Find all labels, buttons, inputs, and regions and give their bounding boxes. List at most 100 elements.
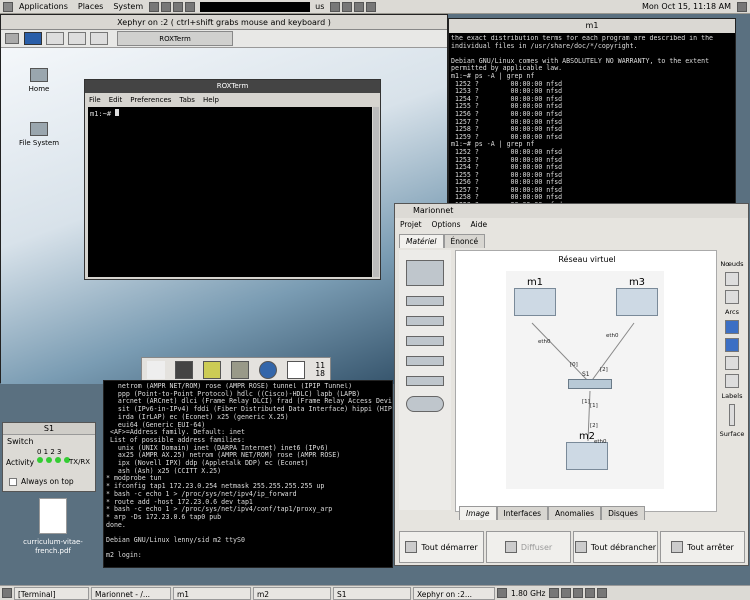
tray-icon[interactable] xyxy=(366,1,377,12)
launcher-icon[interactable] xyxy=(161,1,172,12)
s1-title[interactable]: S1 xyxy=(3,423,95,435)
cable-crossover-icon[interactable] xyxy=(406,376,444,386)
roxterm-terminal[interactable]: m1:~# xyxy=(88,107,372,277)
editor-icon[interactable] xyxy=(203,360,222,379)
task-xephyr[interactable]: Xephyr on :2... xyxy=(413,586,495,600)
stop-icon xyxy=(671,541,684,553)
switch-icon[interactable] xyxy=(406,316,444,326)
zoom-in-icon[interactable] xyxy=(725,272,739,286)
unplug-all-button[interactable]: Tout débrancher xyxy=(573,531,658,563)
clock[interactable]: Mon Oct 15, 11:18 AM xyxy=(637,0,736,14)
places-menu[interactable]: Places xyxy=(73,0,108,14)
task-roxterm[interactable]: ROXTerm xyxy=(117,31,233,46)
task-m2[interactable]: m2 xyxy=(253,586,331,600)
node-m3[interactable]: m3 xyxy=(616,277,658,316)
bottom-taskbar: [Terminal] Marionnet - /... m1 m2 S1 Xep… xyxy=(0,585,750,600)
reset-icon[interactable] xyxy=(725,374,739,388)
tray-icon[interactable] xyxy=(497,588,507,598)
labels-slider[interactable] xyxy=(729,404,735,426)
task-m1[interactable]: m1 xyxy=(173,586,251,600)
tab-interfaces[interactable]: Interfaces xyxy=(496,506,548,520)
menu-options[interactable]: Options xyxy=(427,220,466,229)
router-icon[interactable] xyxy=(406,336,444,346)
tray-icon[interactable] xyxy=(354,1,365,12)
task-terminal[interactable]: [Terminal] xyxy=(14,586,89,600)
menu-aide[interactable]: Aide xyxy=(466,220,493,229)
m1-terminal-output[interactable]: the exact distribution terms for each pr… xyxy=(451,35,733,217)
menu-projet[interactable]: Projet xyxy=(395,220,427,229)
files-icon[interactable] xyxy=(231,360,250,379)
fish-icon[interactable] xyxy=(147,360,166,379)
workspace-icon[interactable] xyxy=(573,588,584,598)
globe-icon[interactable] xyxy=(259,360,278,379)
document-icon xyxy=(39,498,67,534)
menu-file[interactable]: File xyxy=(85,96,105,104)
tab-anomalies[interactable]: Anomalies xyxy=(548,506,602,520)
xephyr-desk-icon[interactable] xyxy=(46,32,64,45)
task-marionnet[interactable]: Marionnet - /... xyxy=(91,586,171,600)
terminal-icon[interactable] xyxy=(175,360,194,379)
show-desktop-icon[interactable] xyxy=(2,588,12,598)
menu-preferences[interactable]: Preferences xyxy=(126,96,175,104)
keyboard-layout[interactable]: us xyxy=(310,0,329,14)
link-label: eth0 xyxy=(538,339,551,345)
power-icon[interactable] xyxy=(737,1,747,12)
always-on-top-label: Always on top xyxy=(21,477,74,486)
m1-title[interactable]: m1 xyxy=(449,19,735,33)
node-s1[interactable] xyxy=(568,379,612,389)
computer-icon xyxy=(616,288,658,316)
network-diagram[interactable]: m1 m3 S1 m2 eth0 eth0 [0] [2] [1] [1] [2… xyxy=(506,271,664,489)
xephyr-desk-icon[interactable] xyxy=(68,32,86,45)
cloud-icon[interactable] xyxy=(406,396,444,412)
launcher-icon[interactable] xyxy=(149,1,160,12)
menu-help[interactable]: Help xyxy=(199,96,223,104)
tray-icon[interactable] xyxy=(330,1,341,12)
marionnet-window: Marionnet Projet Options Aide Matériel É… xyxy=(394,203,749,566)
always-on-top-checkbox[interactable] xyxy=(9,478,17,486)
menu-tabs[interactable]: Tabs xyxy=(175,96,199,104)
home-desktop-icon[interactable]: Home xyxy=(9,68,69,93)
tab-enonce[interactable]: Énoncé xyxy=(443,234,486,248)
start-all-button[interactable]: Tout démarrer xyxy=(399,531,484,563)
workspace-icon[interactable] xyxy=(561,588,572,598)
power-icon[interactable] xyxy=(287,360,306,379)
workspace-icon[interactable] xyxy=(585,588,596,598)
xephyr-title[interactable]: Xephyr on :2 ( ctrl+shift grabs mouse an… xyxy=(1,15,447,30)
launcher-icon[interactable] xyxy=(173,1,184,12)
file-system-desktop-icon[interactable]: File System xyxy=(9,122,69,147)
foot-icon[interactable] xyxy=(3,1,13,12)
menu-edit[interactable]: Edit xyxy=(105,96,127,104)
cable-straight-icon[interactable] xyxy=(406,356,444,366)
terminal-line: * arp -Ds 172.23.0.6 tap0 pub xyxy=(106,512,222,521)
tab-disques[interactable]: Disques xyxy=(601,506,645,520)
marionnet-title[interactable]: Marionnet xyxy=(395,204,748,218)
xephyr-desk-icon[interactable] xyxy=(24,32,42,45)
broadcast-button[interactable]: Diffuser xyxy=(486,531,571,563)
hub-icon[interactable] xyxy=(406,296,444,306)
arrow-down-icon[interactable] xyxy=(725,320,739,334)
applications-menu[interactable]: Applications xyxy=(14,0,73,14)
tab-materiel[interactable]: Matériel xyxy=(399,234,444,248)
rotate-icon[interactable] xyxy=(725,356,739,370)
workspace-icon[interactable] xyxy=(549,588,560,598)
task-s1[interactable]: S1 xyxy=(333,586,411,600)
arrow-right-icon[interactable] xyxy=(725,338,739,352)
roxterm-scrollbar[interactable] xyxy=(373,107,379,277)
m2-terminal-output[interactable]: netrom (AMPR NET/ROM) rose (AMPR ROSE) t… xyxy=(106,383,392,567)
trash-icon[interactable] xyxy=(597,588,608,598)
pdf-file-icon[interactable]: curriculum-vitae- french.pdf xyxy=(20,498,86,555)
dock-clock: 11 18 xyxy=(315,360,325,378)
system-menu[interactable]: System xyxy=(108,0,148,14)
s1-window: S1 Switch 0 1 2 3 Activity TX/RX Always … xyxy=(2,422,96,492)
node-m1[interactable]: m1 xyxy=(514,277,556,316)
node-m2[interactable]: m2 xyxy=(566,431,608,470)
tab-image[interactable]: Image xyxy=(459,506,497,520)
launcher-icon[interactable] xyxy=(185,1,196,12)
xephyr-desk-icon[interactable] xyxy=(90,32,108,45)
roxterm-title[interactable]: ROXTerm xyxy=(85,80,380,93)
machine-icon[interactable] xyxy=(406,260,444,286)
xephyr-menu-icon[interactable] xyxy=(5,33,19,44)
tray-icon[interactable] xyxy=(342,1,353,12)
stop-all-button[interactable]: Tout arrêter xyxy=(660,531,745,563)
zoom-out-icon[interactable] xyxy=(725,290,739,304)
